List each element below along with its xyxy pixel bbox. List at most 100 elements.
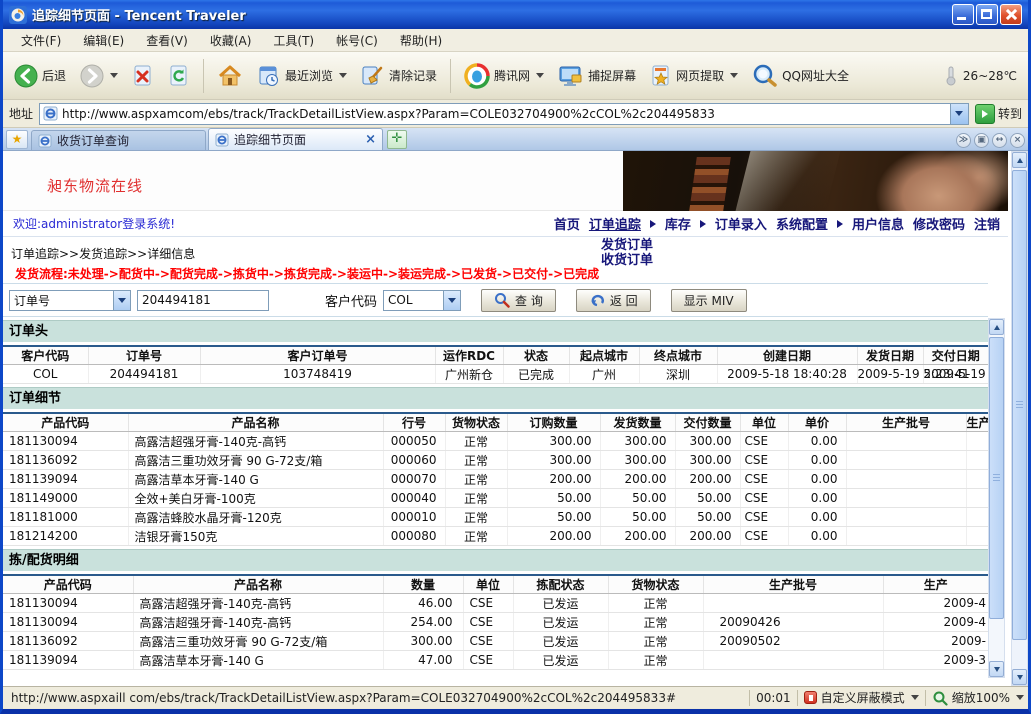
forward-dropdown-icon[interactable] [110,73,118,78]
zoom-dropdown-icon[interactable] [1016,695,1024,700]
table-cell: 20090426 [703,613,883,632]
nav-order-tracking[interactable]: 订单追踪 [589,214,641,233]
page-scrollbar[interactable] [1011,151,1028,686]
menu-file[interactable]: 文件(F) [11,30,71,51]
table-cell: 000040 [383,489,445,508]
table-cell: 2009-3 [883,651,988,670]
nav-user-info[interactable]: 用户信息 [852,214,904,233]
breadcrumb: 订单追踪>>发货追踪>>详细信息 [3,237,1008,259]
shipping-process-line: 发货流程:未处理->配货中->配货完成->拣货中->拣货完成->装运中->装运完… [3,259,1008,281]
zoom-control[interactable]: 缩放100% [932,689,1024,706]
scrollbar-thumb[interactable] [1012,170,1027,640]
close-button[interactable] [1000,4,1022,25]
new-tab-button[interactable]: ✛ [387,130,407,149]
table-cell: 300.00 [383,632,463,651]
block-mode-dropdown-icon[interactable] [911,695,919,700]
table-row: 181181000高露洁蜂胶水晶牙膏-120克000010正常50.0050.0… [3,508,988,527]
menu-view[interactable]: 查看(V) [136,30,198,51]
nav-change-password[interactable]: 修改密码 [913,214,965,233]
tab-restore-icon[interactable]: ▣ [974,133,989,148]
nav-logout[interactable]: 注销 [974,214,1000,233]
stop-icon [132,64,154,88]
tab-receive-order-query[interactable]: 收货订单查询 [31,130,206,150]
show-miv-label: 显示 MIV [684,292,734,309]
nav-home[interactable]: 首页 [554,214,580,233]
tab-track-detail-page[interactable]: 追踪细节页面 × [208,128,383,150]
column-header: 创建日期 [717,346,857,365]
tab-expand-icon[interactable]: ↔ [992,133,1007,148]
menu-help[interactable]: 帮助(H) [390,30,452,51]
tencent-dropdown-icon[interactable] [536,73,544,78]
query-button[interactable]: 查 询 [481,289,556,312]
table-cell: 300.00 [675,432,740,451]
title-bar[interactable]: 追踪细节页面 - Tencent Traveler [3,0,1028,29]
table-header-row: 产品代码产品名称数量单位拣配状态货物状态生产批号生产 [3,575,988,594]
nav-system-config[interactable]: 系统配置 [776,214,828,233]
back-button[interactable]: 后退 [9,61,71,91]
table-cell: 正常 [445,527,507,546]
go-button[interactable]: 转到 [975,103,1022,125]
table-cell: CSE [463,613,513,632]
select-dropdown-icon[interactable] [443,291,460,310]
top-navigation: 首页 订单追踪 库存 订单录入 系统配置 用户信息 修改密码 注销 [554,214,1000,233]
scrollbar-thumb[interactable] [989,337,1004,619]
show-miv-button[interactable]: 显示 MIV [671,289,747,312]
customer-code-select[interactable]: COL [383,290,461,311]
tab-close-icon[interactable]: × [365,132,376,147]
table-cell: 0.00 [788,470,846,489]
submenu-ship-order[interactable]: 发货订单 [601,239,653,253]
menu-favorites[interactable]: 收藏(A) [200,30,262,51]
column-header: 终点城市 [639,346,717,365]
menu-account[interactable]: 帐号(C) [326,30,388,51]
favorites-star-icon[interactable]: ★ [6,130,28,149]
address-input-box[interactable] [39,103,969,125]
clear-history-button[interactable]: 清除记录 [356,61,442,91]
qq-sites-icon [752,63,778,89]
stop-button[interactable] [127,61,159,91]
address-dropdown-icon[interactable] [950,104,968,124]
capture-screen-button[interactable]: 捕捉屏幕 [553,61,641,91]
scroll-down-icon[interactable] [989,661,1004,677]
minimize-button[interactable] [952,4,974,25]
table-cell: 2009-4 [883,613,988,632]
recent-dropdown-icon[interactable] [339,73,347,78]
tencent-icon [464,63,490,89]
scroll-up-icon[interactable] [989,319,1004,335]
column-header: 生产 [966,413,988,432]
menu-edit[interactable]: 编辑(E) [73,30,134,51]
address-input[interactable] [62,105,950,123]
nav-order-entry[interactable]: 订单录入 [715,214,767,233]
nav-arrow-icon [650,220,656,228]
menu-tools[interactable]: 工具(T) [263,30,324,51]
order-number-input[interactable] [137,290,269,311]
go-arrow-icon [975,104,995,124]
select-dropdown-icon[interactable] [113,291,130,310]
extract-dropdown-icon[interactable] [730,73,738,78]
table-cell: 000070 [383,470,445,489]
status-url: http://www.aspxaill com/ebs/track/TrackD… [7,691,743,705]
maximize-button[interactable] [976,4,998,25]
tab-close-all-icon[interactable]: × [1010,133,1025,148]
table-cell: 高露洁蜂胶水晶牙膏-120克 [128,508,383,527]
submenu-receive-order[interactable]: 收货订单 [601,254,653,268]
page-extract-button[interactable]: 网页提取 [645,61,743,91]
table-cell: 181149000 [3,489,128,508]
home-button[interactable] [212,61,248,91]
forward-icon [80,64,104,88]
table-row: 181214200洁银牙膏150克000080正常200.00200.00200… [3,527,988,546]
recent-browse-button[interactable]: 最近浏览 [252,61,352,91]
return-button[interactable]: 返 回 [576,289,651,312]
forward-button[interactable] [75,61,123,91]
tab-list-chevrons-icon[interactable]: ≫ [956,133,971,148]
search-field-select[interactable]: 订单号 [9,290,131,311]
frame-scrollbar[interactable] [988,318,1005,678]
scroll-down-icon[interactable] [1012,669,1027,685]
scroll-up-icon[interactable] [1012,152,1027,168]
welcome-nav-row: 欢迎:administrator登录系统! 首页 订单追踪 库存 订单录入 系统… [3,211,1008,237]
table-cell: 50.00 [600,508,675,527]
block-mode-control[interactable]: 自定义屏蔽模式 [804,689,919,706]
nav-inventory[interactable]: 库存 [665,214,691,233]
refresh-button[interactable] [163,61,195,91]
qq-sites-button[interactable]: QQ网址大全 [747,60,854,92]
tencent-site-button[interactable]: 腾讯网 [459,60,549,92]
